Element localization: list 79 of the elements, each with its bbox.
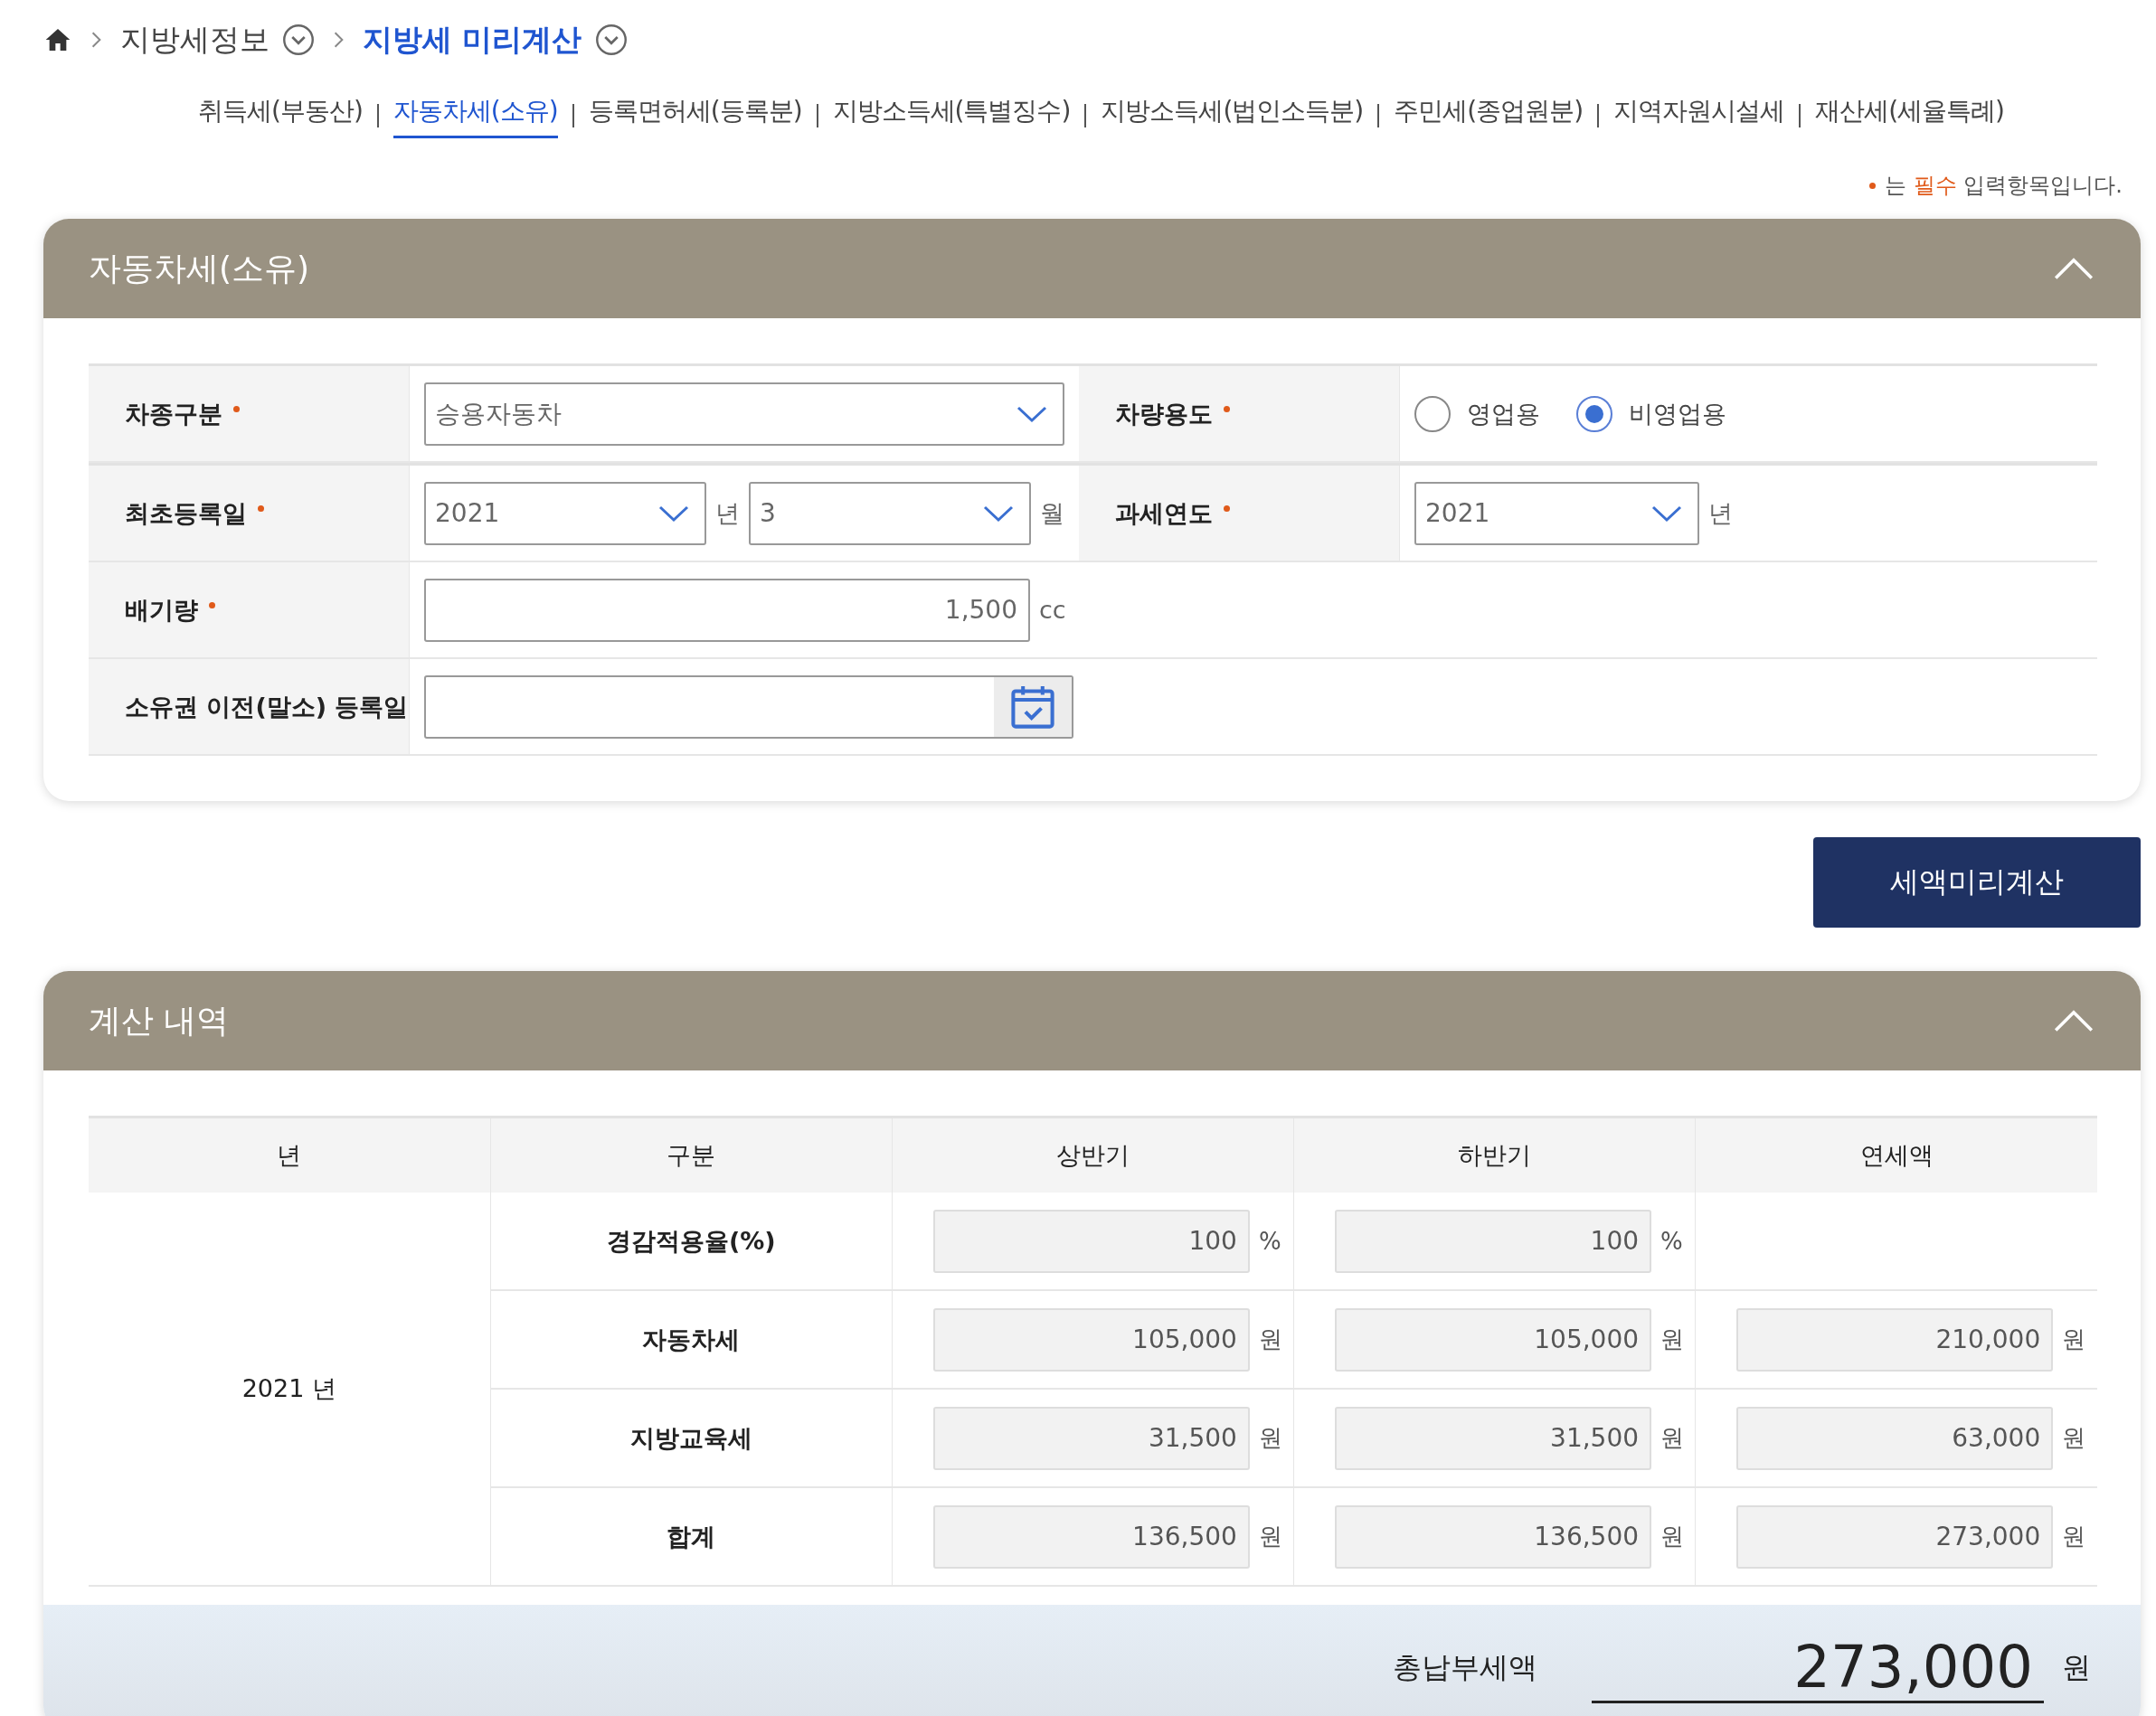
amount-field: 63,000 xyxy=(1736,1406,2054,1470)
tab[interactable]: 지방소득세(법인소득분) xyxy=(1101,93,1364,138)
column-header: 하반기 xyxy=(1293,1117,1696,1193)
unit-label: 년 xyxy=(715,497,740,529)
unit-label: 원 xyxy=(1258,1522,1282,1551)
year-cell: 2021 년 xyxy=(89,1193,491,1586)
panel-title: 자동차세(소유) xyxy=(89,248,310,288)
total-label: 총납부세액 xyxy=(1393,1649,1537,1686)
calendar-button[interactable] xyxy=(994,676,1072,737)
tab[interactable]: 자동차세(소유) xyxy=(392,93,558,138)
column-header: 구분 xyxy=(490,1117,893,1193)
breadcrumb-link[interactable]: 지방세정보 xyxy=(120,19,270,61)
chevron-down-icon xyxy=(1016,404,1048,423)
field-label: 최초등록일 xyxy=(89,466,410,561)
collapse-icon[interactable] xyxy=(2052,256,2095,281)
amount-field: 105,000 xyxy=(1335,1307,1652,1372)
tab[interactable]: 주민세(종업원분) xyxy=(1394,93,1584,138)
dropdown-circle-icon[interactable] xyxy=(282,24,315,56)
unit-label: cc xyxy=(1039,596,1066,624)
unit-label: 년 xyxy=(1708,497,1733,529)
unit-label: 원 xyxy=(1258,1325,1282,1354)
field-label: 과세연도 xyxy=(1079,466,1400,561)
radio-button[interactable]: 영업용 xyxy=(1414,395,1540,432)
amount-field: 105,000 xyxy=(932,1307,1250,1372)
amount-field: 210,000 xyxy=(1736,1307,2054,1372)
dropdown-circle-icon[interactable] xyxy=(594,24,628,56)
select-field[interactable]: 승용자동차 xyxy=(424,382,1064,446)
chevron-down-icon xyxy=(982,504,1015,523)
row-label: 지방교육세 xyxy=(490,1389,893,1487)
field-label: 배기량 xyxy=(89,562,410,657)
amount-field: 136,500 xyxy=(1335,1504,1652,1569)
row-label: 경감적용율(%) xyxy=(490,1193,893,1290)
row-label: 합계 xyxy=(490,1487,893,1586)
row-label: 자동차세 xyxy=(490,1290,893,1389)
amount-field: 31,500 xyxy=(932,1406,1250,1470)
select-field[interactable]: 3 xyxy=(749,481,1031,545)
field-label: 소유권 이전(말소) 등록일 xyxy=(89,659,410,754)
select-field[interactable]: 2021 xyxy=(424,481,706,545)
field-label: 차량용도 xyxy=(1079,366,1400,461)
chevron-right-icon xyxy=(90,30,102,50)
amount-field: 273,000 xyxy=(1736,1504,2054,1569)
amount-field: 100 xyxy=(1335,1209,1652,1273)
number-field[interactable]: 1,500 xyxy=(424,578,1030,642)
unit-label: 원 xyxy=(2062,1423,2086,1453)
tab[interactable]: 등록면허세(등록분) xyxy=(588,93,802,138)
tab[interactable]: 취득세(부동산) xyxy=(198,93,363,138)
unit-label: % xyxy=(1258,1227,1281,1255)
amount-field: 100 xyxy=(932,1209,1250,1273)
unit-label: 원 xyxy=(1660,1325,1685,1354)
unit-label: 원 xyxy=(2062,1649,2091,1686)
chevron-down-icon xyxy=(657,504,690,523)
tab[interactable]: 지역자원시설세 xyxy=(1613,93,1785,138)
panel-title: 계산 내역 xyxy=(89,1000,230,1041)
select-field[interactable]: 2021 xyxy=(1414,481,1699,545)
amount-field: 31,500 xyxy=(1335,1406,1652,1470)
radio-button[interactable]: 비영업용 xyxy=(1576,395,1726,432)
column-header: 상반기 xyxy=(892,1117,1294,1193)
unit-label: 원 xyxy=(1258,1423,1282,1453)
calculate-button[interactable]: 세액미리계산 xyxy=(1813,837,2141,928)
chevron-right-icon xyxy=(333,30,345,50)
field-label: 차종구분 xyxy=(89,366,410,461)
column-header: 년 xyxy=(89,1117,491,1193)
unit-label: 원 xyxy=(2062,1522,2086,1551)
unit-label: 월 xyxy=(1040,497,1064,529)
amount-field: 136,500 xyxy=(932,1504,1250,1569)
tab[interactable]: 지방소득세(특별징수) xyxy=(832,93,1071,138)
column-header: 연세액 xyxy=(1695,1117,2097,1193)
total-amount: 273,000 xyxy=(1592,1633,2044,1703)
unit-label: % xyxy=(1660,1227,1683,1255)
unit-label: 원 xyxy=(1660,1423,1685,1453)
breadcrumb-link[interactable]: 지방세 미리계산 xyxy=(363,19,582,61)
required-note: 는 필수 입력항목입니다. xyxy=(1885,172,2123,200)
collapse-icon[interactable] xyxy=(2052,1008,2095,1033)
unit-label: 원 xyxy=(2062,1325,2086,1354)
date-field[interactable] xyxy=(424,674,1073,739)
tab[interactable]: 재산세(세율특례) xyxy=(1815,93,2004,138)
unit-label: 원 xyxy=(1660,1522,1685,1551)
required-dot xyxy=(1869,182,1877,189)
chevron-down-icon xyxy=(1650,504,1683,523)
